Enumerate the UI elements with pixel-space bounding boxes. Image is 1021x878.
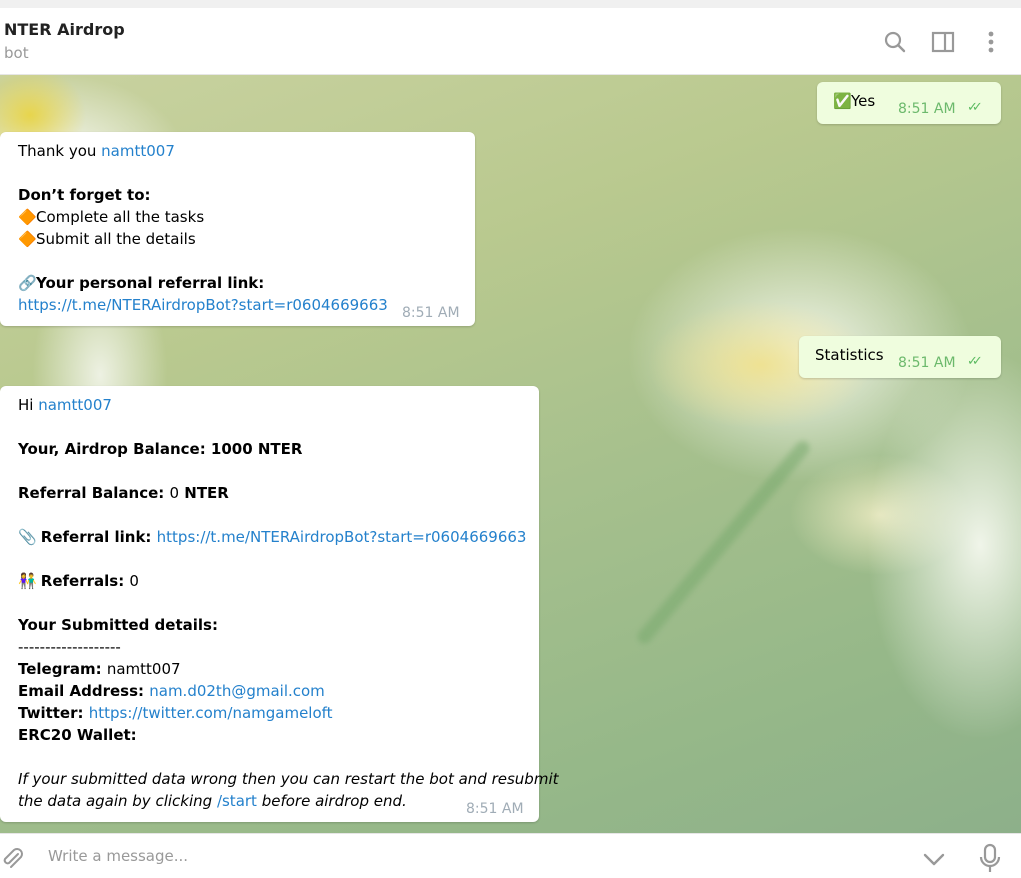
search-icon[interactable] <box>881 28 909 56</box>
username-mention[interactable]: namtt007 <box>38 396 112 414</box>
sidebar-toggle-icon[interactable] <box>929 28 957 56</box>
microphone-icon[interactable] <box>976 842 1004 874</box>
telegram-label: Telegram: <box>18 660 107 678</box>
task-item: Submit all the details <box>36 230 196 248</box>
message-time: 8:51 AM <box>402 305 460 321</box>
chevron-down-icon[interactable] <box>920 844 948 872</box>
orange-diamond-emoji: 🔶 <box>18 230 37 248</box>
referral-link-label: Referral link: <box>40 528 157 546</box>
link-emoji: 🔗 <box>18 274 37 292</box>
referral-balance-value: 0 <box>169 484 180 502</box>
window-top-strip <box>0 0 1021 8</box>
email-link[interactable]: nam.d02th@gmail.com <box>149 682 325 700</box>
resubmit-note: If your submitted data wrong then you ca… <box>18 770 559 788</box>
referral-link[interactable]: https://t.me/NTERAirdropBot?start=r06046… <box>18 296 388 314</box>
chat-title[interactable]: NTER Airdrop <box>4 20 125 39</box>
referrals-label: Referrals: <box>40 572 130 590</box>
message-bubble-stats[interactable]: Hi namtt007 Your, Airdrop Balance: 1000 … <box>0 386 559 822</box>
task-item: Complete all the tasks <box>36 208 205 226</box>
message-time: 8:51 AM <box>898 355 956 371</box>
background-flower-stem <box>634 438 813 647</box>
more-vertical-icon[interactable] <box>977 28 1005 56</box>
twitter-label: Twitter: <box>18 704 89 722</box>
resubmit-note: before airdrop end. <box>256 792 407 810</box>
couple-emoji: 👫 <box>18 572 37 590</box>
message-text: Thank you <box>18 142 102 160</box>
referral-link[interactable]: https://t.me/NTERAirdropBot?start=r06046… <box>157 528 527 546</box>
email-label: Email Address: <box>18 682 150 700</box>
message-composer <box>0 833 1021 878</box>
chat-header: NTER Airdrop bot <box>0 8 1021 75</box>
chat-area[interactable]: ✅Yes 8:51 AM ✓✓ Thank you namtt007 Don’t… <box>0 75 1021 833</box>
attach-icon[interactable] <box>0 846 26 872</box>
message-time: 8:51 AM <box>898 101 956 117</box>
resubmit-note: the data again by clicking <box>18 792 217 810</box>
submitted-details-heading: Your Submitted details: <box>18 616 218 634</box>
wallet-label: ERC20 Wallet: <box>18 726 137 744</box>
message-input[interactable] <box>34 842 902 870</box>
message-text: Hi <box>18 396 39 414</box>
check-mark-emoji: ✅ <box>833 92 852 110</box>
telegram-value: namtt007 <box>106 660 181 678</box>
start-command-link[interactable]: /start <box>217 792 257 810</box>
message-bubble-statistics[interactable]: Statistics 8:51 AM ✓✓ <box>799 336 1001 378</box>
orange-diamond-emoji: 🔶 <box>18 208 37 226</box>
airdrop-balance: Your, Airdrop Balance: 1000 NTER <box>18 440 303 458</box>
read-receipt-icon: ✓✓ <box>967 354 983 369</box>
twitter-link[interactable]: https://twitter.com/namgameloft <box>89 704 333 722</box>
message-bubble-yes[interactable]: ✅Yes 8:51 AM ✓✓ <box>817 82 1001 124</box>
chat-subtitle: bot <box>4 44 29 62</box>
paperclip-emoji: 📎 <box>18 528 37 546</box>
message-bubble-thanks[interactable]: Thank you namtt007 Don’t forget to: 🔶Com… <box>0 132 475 326</box>
referral-balance-unit: NTER <box>179 484 229 502</box>
username-mention[interactable]: namtt007 <box>101 142 175 160</box>
message-time: 8:51 AM <box>466 801 524 817</box>
referral-balance-label: Referral Balance: <box>18 484 170 502</box>
referral-link-label: Your personal referral link: <box>36 274 265 292</box>
dont-forget-heading: Don’t forget to: <box>18 186 151 204</box>
read-receipt-icon: ✓✓ <box>967 100 983 115</box>
referrals-value: 0 <box>129 572 139 590</box>
divider-text: ------------------- <box>18 638 121 656</box>
message-text: Yes <box>851 92 876 110</box>
